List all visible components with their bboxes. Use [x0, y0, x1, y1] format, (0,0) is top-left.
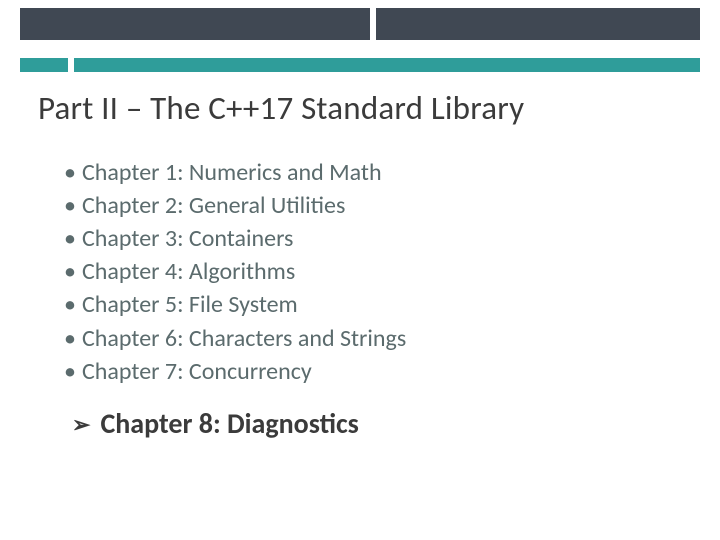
- header-bar-teal-left: [20, 58, 68, 72]
- list-item: Chapter 5: File System: [64, 288, 664, 321]
- chapter-list: Chapter 1: Numerics and Math Chapter 2: …: [64, 156, 664, 388]
- list-item: Chapter 7: Concurrency: [64, 355, 664, 388]
- current-chapter: ➢ Chapter 8: Diagnostics: [64, 406, 664, 441]
- list-item: Chapter 4: Algorithms: [64, 255, 664, 288]
- list-item: Chapter 2: General Utilities: [64, 189, 664, 222]
- header-bar-teal-right: [74, 58, 700, 72]
- list-item: Chapter 6: Characters and Strings: [64, 322, 664, 355]
- arrow-icon: ➢: [72, 411, 90, 438]
- list-item: Chapter 3: Containers: [64, 222, 664, 255]
- header-gap: [20, 48, 700, 56]
- header-bar-gray-right: [376, 8, 700, 40]
- slide-content: Chapter 1: Numerics and Math Chapter 2: …: [64, 156, 664, 441]
- slide: Part II – The C++17 Standard Library Cha…: [0, 0, 720, 540]
- slide-title: Part II – The C++17 Standard Library: [38, 88, 524, 128]
- header-bar-gray-left: [20, 8, 370, 40]
- list-item: Chapter 1: Numerics and Math: [64, 156, 664, 189]
- current-chapter-label: Chapter 8: Diagnostics: [100, 406, 358, 441]
